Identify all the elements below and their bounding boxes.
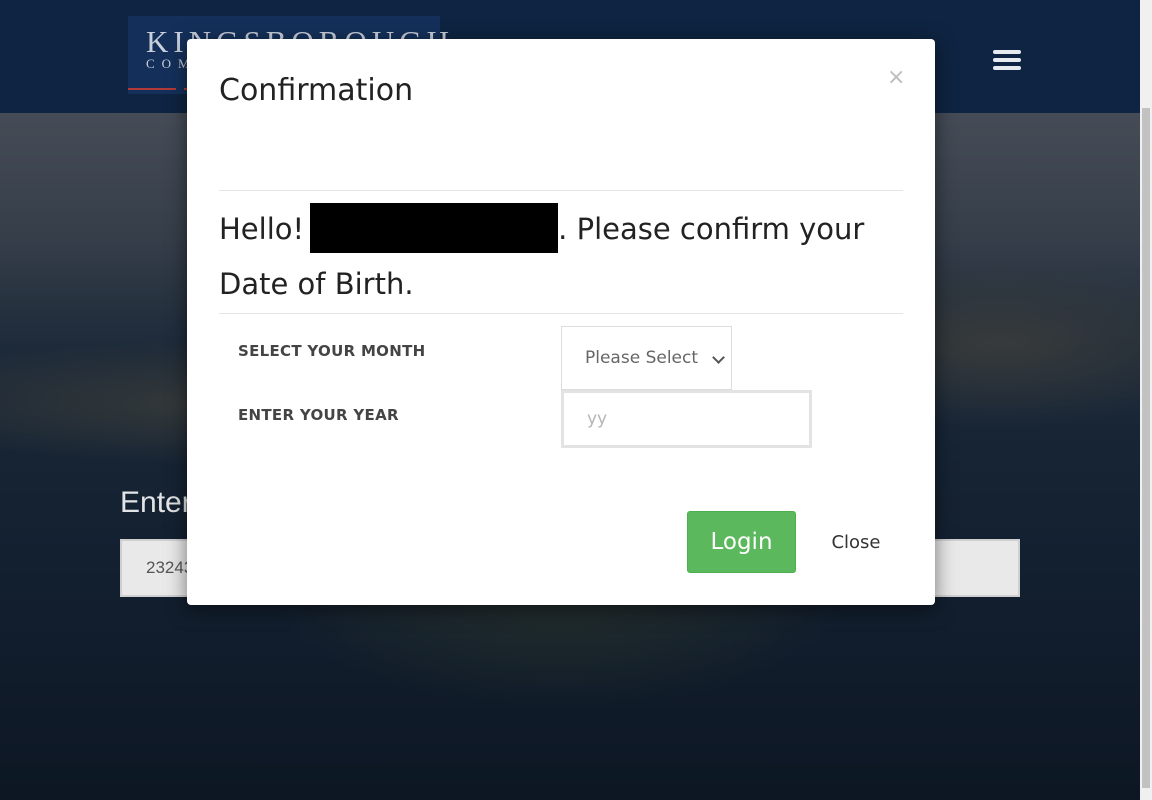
header-divider xyxy=(219,190,903,191)
hamburger-menu-icon[interactable] xyxy=(990,46,1024,74)
menu-bar xyxy=(993,66,1021,70)
year-input[interactable] xyxy=(561,390,812,448)
close-button[interactable]: Close xyxy=(815,511,897,573)
scrollbar-thumb[interactable] xyxy=(1142,108,1150,788)
body-divider xyxy=(219,313,903,314)
month-select[interactable]: Please Select xyxy=(561,326,732,390)
menu-bar xyxy=(993,50,1021,54)
redacted-name xyxy=(310,203,559,253)
confirmation-dialog: Confirmation × Hello!. Please confirm yo… xyxy=(187,39,935,605)
close-icon[interactable]: × xyxy=(887,67,905,89)
greeting-text: Hello! xyxy=(219,212,305,246)
chevron-down-icon xyxy=(712,351,725,364)
page-scrollbar[interactable] xyxy=(1140,0,1152,800)
year-label: ENTER YOUR YEAR xyxy=(238,406,399,424)
logo-rule xyxy=(128,88,176,90)
menu-bar xyxy=(993,58,1021,62)
background-field-label: Enter xyxy=(120,486,192,519)
month-label: SELECT YOUR MONTH xyxy=(238,342,426,360)
dialog-title: Confirmation xyxy=(219,73,414,108)
dob-prompt: Hello!. Please confirm your Date of Birt… xyxy=(219,203,903,310)
month-selected-value: Please Select xyxy=(585,348,699,368)
login-button[interactable]: Login xyxy=(687,511,796,573)
